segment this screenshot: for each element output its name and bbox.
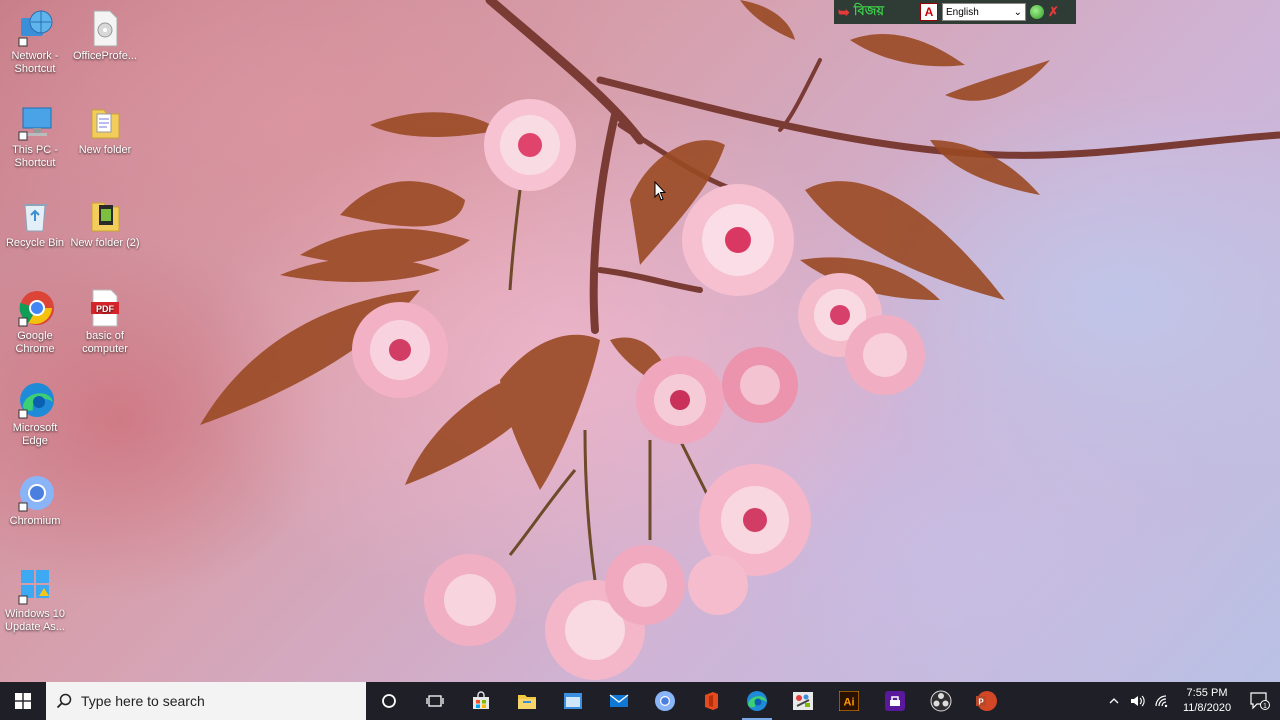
store-icon (473, 691, 489, 709)
desktop-icon-label: Recycle Bin (5, 237, 65, 249)
desktop-icon-new-folder[interactable]: New folder (70, 102, 140, 157)
bijoy-logo-icon: ➥ (838, 3, 850, 20)
system-tray: 7:55 PM 11/8/2020 1 (1102, 682, 1280, 720)
task-view-button[interactable] (412, 682, 458, 720)
taskbar-app-illustrator[interactable]: Ai (826, 682, 872, 720)
network-icon (15, 8, 55, 48)
volume-button[interactable] (1126, 682, 1150, 720)
notification-count: 1 (1263, 703, 1267, 710)
start-button[interactable] (0, 682, 46, 720)
taskbar-app-file-explorer[interactable] (504, 682, 550, 720)
file-explorer-icon (518, 695, 536, 709)
taskbar-clock[interactable]: 7:55 PM 11/8/2020 (1174, 686, 1240, 716)
desktop-icon-label: New folder (2) (70, 237, 140, 249)
action-center-button[interactable]: 1 (1240, 682, 1280, 720)
paint-icon (793, 692, 813, 710)
pdf-icon: PDF (85, 288, 125, 328)
desktop-icon-basic-of-computer[interactable]: PDF basic of computer (70, 288, 140, 356)
cortana-button[interactable] (366, 682, 412, 720)
chrome-icon (15, 288, 55, 328)
desktop-icon-label: This PC - Shortcut (12, 144, 58, 169)
desktop-icon-recycle-bin[interactable]: Recycle Bin (0, 195, 70, 250)
desktop-icon-label: Microsoft Edge (12, 422, 58, 447)
office-icon (705, 692, 718, 710)
acrobat-letter: A (924, 5, 934, 19)
network-button[interactable] (1150, 682, 1174, 720)
illustrator-label: Ai (844, 697, 855, 709)
acrobat-icon[interactable]: A (920, 3, 938, 21)
wifi-icon (1155, 695, 1168, 708)
close-icon[interactable]: ✗ (1048, 4, 1059, 20)
windows-logo-icon (15, 693, 31, 709)
clock-date: 11/8/2020 (1182, 702, 1232, 714)
chevron-up-icon (1109, 698, 1119, 704)
desktop-icon-label: Google Chrome (15, 330, 55, 355)
notification-icon: 1 (1250, 692, 1270, 710)
desktop-icon-label: Chromium (9, 515, 61, 527)
desktop-icon-label: New folder (78, 144, 132, 156)
language-select[interactable]: English ⌄ (942, 3, 1026, 21)
svg-text:P: P (978, 698, 984, 707)
chromium-icon (15, 473, 55, 513)
taskbar-app-paint[interactable] (780, 682, 826, 720)
speaker-icon (1131, 695, 1145, 707)
taskbar-app-mail[interactable] (596, 682, 642, 720)
computer-icon (15, 102, 55, 142)
bijoy-brand[interactable]: ➥ বিজয় (838, 2, 916, 23)
taskbar-app-window[interactable] (550, 682, 596, 720)
desktop-icon-network-shortcut[interactable]: Network - Shortcut (0, 8, 70, 76)
purple-app-icon (885, 691, 905, 711)
chromium-icon (655, 691, 675, 711)
bijoy-brand-text: বিজয় (853, 2, 884, 18)
show-hidden-icons-button[interactable] (1102, 682, 1126, 720)
window-app-icon (564, 693, 582, 709)
desktop-icon-windows-10-update[interactable]: Windows 10 Update As... (0, 566, 70, 634)
status-green-icon[interactable] (1030, 5, 1044, 19)
taskbar-app-edge[interactable] (734, 682, 780, 720)
language-select-value: English (946, 6, 979, 18)
task-view-icon (426, 695, 444, 707)
desktop-icon-officeprofe[interactable]: OfficeProfe... (70, 8, 140, 63)
search-icon (56, 693, 72, 709)
edge-icon (747, 691, 767, 711)
desktop-icon-new-folder-2[interactable]: New folder (2) (70, 195, 140, 250)
taskbar-app-powerpoint[interactable]: P (964, 682, 1010, 720)
windows-update-icon (15, 566, 55, 606)
desktop-icon-google-chrome[interactable]: Google Chrome (0, 288, 70, 356)
mail-icon (609, 694, 629, 707)
desktop-icon-label: Network - Shortcut (11, 50, 59, 75)
search-placeholder: Type here to search (81, 693, 205, 709)
taskbar: Type here to search Ai P 7:55 PM 11/8/20… (0, 682, 1280, 720)
taskbar-app-chromium[interactable] (642, 682, 688, 720)
edge-icon (15, 380, 55, 420)
wallpaper-image (200, 0, 1280, 680)
desktop-icon-label: OfficeProfe... (73, 50, 137, 62)
mouse-cursor-icon (654, 181, 666, 201)
desktop-icon-label: basic of computer (82, 330, 128, 355)
desktop-icon-microsoft-edge[interactable]: Microsoft Edge (0, 380, 70, 448)
taskbar-app-obs[interactable] (918, 682, 964, 720)
folder-icon (85, 102, 125, 142)
taskbar-search-box[interactable]: Type here to search (46, 682, 366, 720)
taskbar-app-office[interactable] (688, 682, 734, 720)
desktop-icon-chromium[interactable]: Chromium (0, 473, 70, 528)
disc-file-icon (85, 8, 125, 48)
folder-icon (85, 195, 125, 235)
taskbar-app-purple[interactable] (872, 682, 918, 720)
powerpoint-icon: P (976, 691, 997, 711)
desktop-icon-this-pc-shortcut[interactable]: This PC - Shortcut (0, 102, 70, 170)
clock-time: 7:55 PM (1186, 687, 1228, 699)
obs-icon (930, 690, 952, 712)
illustrator-icon: Ai (839, 691, 859, 711)
taskbar-app-store[interactable] (458, 682, 504, 720)
recycle-bin-icon (15, 195, 55, 235)
chevron-down-icon: ⌄ (1013, 6, 1022, 18)
pdf-badge-text: PDF (96, 304, 115, 314)
desktop-icon-label: Windows 10 Update As... (5, 608, 65, 633)
cortana-icon (382, 694, 396, 708)
language-bar: ➥ বিজয় A English ⌄ ✗ (834, 0, 1076, 24)
